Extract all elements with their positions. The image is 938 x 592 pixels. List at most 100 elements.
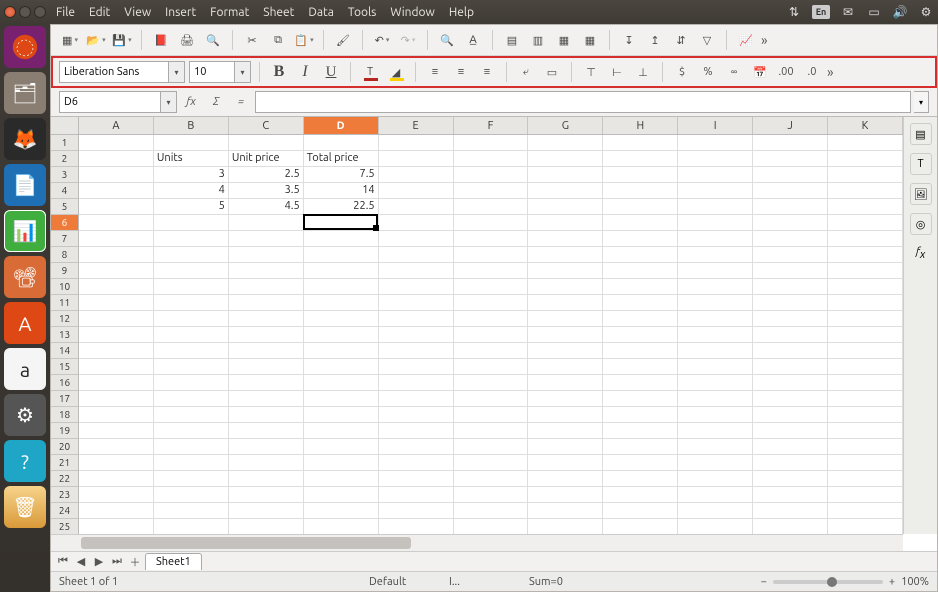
cell-E16[interactable] [379,375,454,391]
cell-B5[interactable]: 5 [154,199,229,215]
cell-F13[interactable] [454,327,529,343]
functions-icon[interactable]: fx [910,243,932,265]
cell-F6[interactable] [454,215,529,231]
cell-F7[interactable] [454,231,529,247]
cell-C17[interactable] [229,391,304,407]
col-header-K[interactable]: K [828,117,903,134]
cell-G24[interactable] [528,503,603,519]
cell-J16[interactable] [753,375,828,391]
cell-H16[interactable] [603,375,678,391]
cell-F25[interactable] [454,519,529,535]
font-name-input[interactable]: Liberation Sans [59,61,169,83]
formula-expand-btn[interactable]: ▾ [914,91,929,113]
align-bottom-btn[interactable]: ⊥ [632,61,654,83]
cell-H10[interactable] [603,279,678,295]
cell-A11[interactable] [79,295,154,311]
cell-B15[interactable] [154,359,229,375]
menu-edit[interactable]: Edit [89,6,110,19]
row-header-24[interactable]: 24 [51,503,78,519]
cell-F1[interactable] [454,135,529,151]
cell-J17[interactable] [753,391,828,407]
col-header-E[interactable]: E [379,117,454,134]
cell-C18[interactable] [229,407,304,423]
cell-K4[interactable] [828,183,903,199]
cell-A6[interactable] [79,215,154,231]
volume-icon[interactable]: 🔊 [892,4,908,20]
add-decimal-btn[interactable]: .00 [775,61,797,83]
launcher-files[interactable]: 🗂 [4,72,46,114]
name-box[interactable]: D6 [59,91,161,113]
new-doc-btn[interactable]: ▦ [59,29,81,51]
cell-J25[interactable] [753,519,828,535]
cell-B2[interactable]: Units [154,151,229,167]
cell-K5[interactable] [828,199,903,215]
cell-I5[interactable] [678,199,753,215]
formula-input[interactable] [255,91,911,113]
cell-I9[interactable] [678,263,753,279]
row-header-2[interactable]: 2 [51,151,78,167]
chevron-down-icon[interactable]: ▾ [169,61,185,83]
cell-K19[interactable] [828,423,903,439]
menu-tools[interactable]: Tools [348,6,377,19]
cell-K17[interactable] [828,391,903,407]
align-middle-btn[interactable]: ⊢ [606,61,628,83]
row-header-19[interactable]: 19 [51,423,78,439]
cell-B14[interactable] [154,343,229,359]
align-left-btn[interactable]: ≡ [424,61,446,83]
cell-E2[interactable] [379,151,454,167]
cell-I12[interactable] [678,311,753,327]
undo-btn[interactable]: ↶ [371,29,393,51]
cell-G23[interactable] [528,487,603,503]
clone-formatting-btn[interactable]: 🖌 [332,29,354,51]
cell-D22[interactable] [304,471,379,487]
cell-C13[interactable] [229,327,304,343]
cell-I22[interactable] [678,471,753,487]
cell-A19[interactable] [79,423,154,439]
cell-A17[interactable] [79,391,154,407]
font-color-btn[interactable]: T [359,61,381,83]
cell-D14[interactable] [304,343,379,359]
table-btn[interactable]: ▦ [553,29,575,51]
cell-J5[interactable] [753,199,828,215]
cell-I11[interactable] [678,295,753,311]
redo-btn[interactable]: ↷ [397,29,419,51]
col-header-B[interactable]: B [154,117,229,134]
cell-H7[interactable] [603,231,678,247]
launcher-software[interactable]: A [4,302,46,344]
merge-cells-btn[interactable]: ▭ [541,61,563,83]
cell-J2[interactable] [753,151,828,167]
wrap-text-btn[interactable]: ⤶ [515,61,537,83]
cell-E8[interactable] [379,247,454,263]
cell-H1[interactable] [603,135,678,151]
mail-icon[interactable]: ✉ [840,4,856,20]
cell-K11[interactable] [828,295,903,311]
cell-B3[interactable]: 3 [154,167,229,183]
cell-E12[interactable] [379,311,454,327]
font-name-combo[interactable]: Liberation Sans ▾ [59,61,185,83]
cell-D4[interactable]: 14 [304,183,379,199]
cell-D20[interactable] [304,439,379,455]
cell-D16[interactable] [304,375,379,391]
bold-btn[interactable]: B [268,61,290,83]
cell-I7[interactable] [678,231,753,247]
cell-K9[interactable] [828,263,903,279]
cell-F5[interactable] [454,199,529,215]
cell-I20[interactable] [678,439,753,455]
cell-E13[interactable] [379,327,454,343]
cell-C6[interactable] [229,215,304,231]
cell-I18[interactable] [678,407,753,423]
cell-K16[interactable] [828,375,903,391]
battery-icon[interactable]: ▭ [866,4,882,20]
cell-F12[interactable] [454,311,529,327]
menu-format[interactable]: Format [210,6,249,19]
cell-D17[interactable] [304,391,379,407]
cell-I17[interactable] [678,391,753,407]
cell-K25[interactable] [828,519,903,535]
cell-F14[interactable] [454,343,529,359]
row-header-9[interactable]: 9 [51,263,78,279]
sheet-tab-1[interactable]: Sheet1 [145,553,202,570]
horizontal-scrollbar[interactable] [51,534,903,551]
cell-A8[interactable] [79,247,154,263]
cell-J8[interactable] [753,247,828,263]
cell-I2[interactable] [678,151,753,167]
